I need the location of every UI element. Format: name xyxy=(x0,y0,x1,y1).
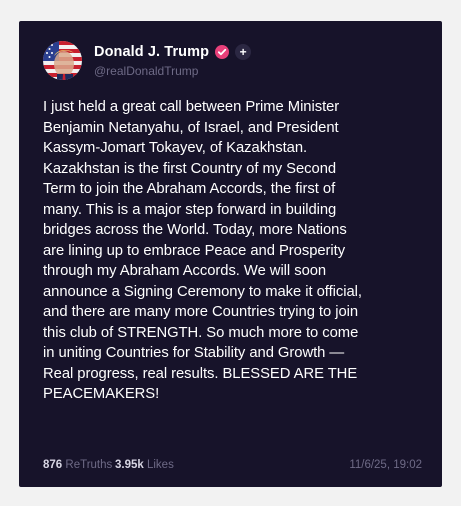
follow-button[interactable]: + xyxy=(235,44,252,60)
verified-badge-icon xyxy=(215,45,230,59)
author-handle[interactable]: @realDonaldTrump xyxy=(94,64,251,78)
post-timestamp[interactable]: 11/6/25, 19:02 xyxy=(349,459,422,471)
plus-icon: + xyxy=(239,45,247,59)
retruths-stat[interactable]: 876 ReTruths xyxy=(43,459,112,471)
author-display-name[interactable]: Donald J. Trump xyxy=(94,44,209,60)
name-row: Donald J. Trump + xyxy=(94,43,252,61)
flag-portrait-avatar-icon[interactable] xyxy=(43,41,82,80)
retruths-count: 876 xyxy=(43,459,63,471)
post-footer: 876 ReTruths 3.95k Likes 11/6/25, 19:02 xyxy=(43,459,422,475)
author-block: Donald J. Trump + @realDonaldTrump xyxy=(94,43,252,78)
post-header: Donald J. Trump + @realDonaldTrump xyxy=(43,41,422,81)
post-text: I just held a great call between Prime M… xyxy=(43,99,362,402)
likes-count: 3.95k xyxy=(115,459,144,471)
retruths-label: ReTruths xyxy=(65,459,113,471)
truth-post-card: Donald J. Trump + @realDonaldTrump I jus… xyxy=(19,21,442,487)
likes-stat[interactable]: 3.95k Likes xyxy=(115,459,174,471)
likes-label: Likes xyxy=(146,459,174,471)
